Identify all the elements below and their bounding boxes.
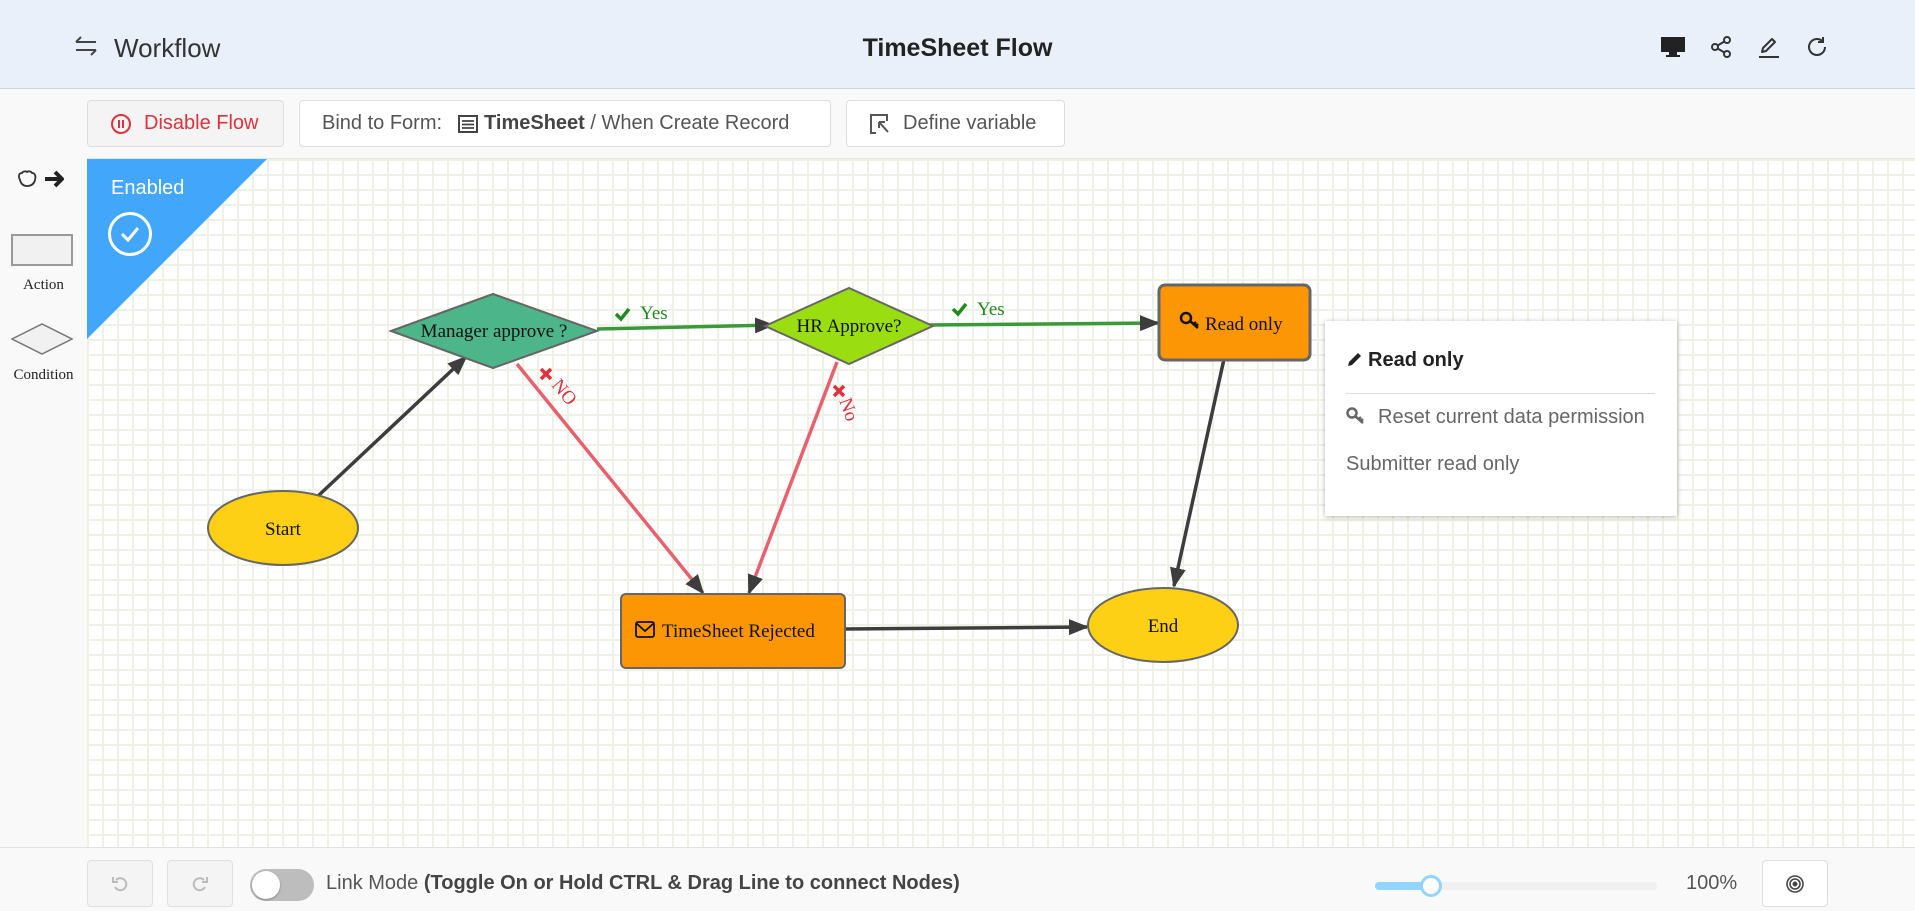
popup-item-reset-permission[interactable]: Reset current data permission: [1346, 406, 1645, 429]
hand-tool-icon[interactable]: [16, 168, 40, 195]
zoom-level: 100%: [1686, 872, 1738, 894]
svg-text:TimeSheet Rejected: TimeSheet Rejected: [662, 621, 815, 642]
popup-divider: [1346, 393, 1655, 394]
redo-button[interactable]: [167, 860, 233, 907]
share-icon: [1711, 36, 1731, 58]
svg-text:No: No: [834, 395, 862, 424]
node-manager-approve[interactable]: Manager approve ?: [388, 292, 600, 370]
disable-flow-button[interactable]: Disable Flow: [87, 100, 284, 147]
link-mode-text: Link Mode (Toggle On or Hold CTRL & Drag…: [326, 872, 960, 894]
node-start[interactable]: Start: [207, 490, 359, 566]
svg-text:Manager approve ?: Manager approve ?: [421, 321, 568, 342]
node-popup-menu: Read only Reset current data permission …: [1325, 321, 1677, 516]
toolbar: Disable Flow Bind to Form: TimeSheet / W…: [0, 90, 1915, 158]
pencil-icon: [1348, 353, 1361, 366]
toggle-knob: [252, 871, 280, 899]
node-palette: Action Condition: [0, 158, 87, 847]
svg-text:HR Approve?: HR Approve?: [796, 316, 901, 337]
bind-event: / When Create Record: [584, 112, 790, 134]
yes-label-2: Yes: [951, 299, 1005, 320]
undo-icon: [112, 876, 128, 891]
check-icon: [614, 307, 631, 322]
bind-prefix: Bind to Form:: [322, 112, 443, 134]
svg-text:Yes: Yes: [977, 299, 1005, 320]
pause-circle-icon: [111, 113, 131, 134]
center-view-button[interactable]: [1762, 860, 1828, 907]
arrow-right-icon[interactable]: [43, 168, 67, 195]
link-mode-toggle[interactable]: [250, 869, 314, 901]
condition-tool[interactable]: [11, 323, 73, 355]
edge-rejected-end[interactable]: [844, 619, 1089, 636]
edge-start-manager[interactable]: [316, 355, 468, 498]
form-list-icon: [458, 114, 479, 133]
node-timesheet-rejected[interactable]: TimeSheet Rejected: [620, 593, 846, 669]
no-label-2: No: [832, 384, 862, 424]
bind-form-name: TimeSheet: [484, 112, 585, 134]
select-cursor-icon: [870, 113, 889, 134]
edge-manager-hr-yes[interactable]: [596, 317, 775, 334]
yes-label-1: Yes: [614, 303, 668, 324]
page-title: TimeSheet Flow: [862, 34, 1053, 62]
popup-title: Read only: [1346, 349, 1464, 372]
pencil-icon: [1759, 38, 1779, 58]
disable-flow-label: Disable Flow: [144, 112, 259, 134]
edge-hr-rejected-no[interactable]: [747, 361, 839, 595]
refresh-button[interactable]: [1794, 24, 1840, 70]
share-button[interactable]: [1698, 24, 1744, 70]
popup-item-submitter-read-only[interactable]: Submitter read only: [1346, 453, 1519, 476]
x-mark-icon: [539, 367, 553, 381]
preview-button[interactable]: [1650, 24, 1696, 70]
zoom-slider-handle[interactable]: [1420, 875, 1443, 897]
node-read-only[interactable]: Read only: [1157, 283, 1312, 362]
node-hr-approve[interactable]: HR Approve?: [762, 286, 936, 366]
define-variable-label: Define variable: [903, 112, 1037, 134]
action-tool[interactable]: [11, 234, 73, 266]
target-icon: [1786, 874, 1804, 893]
footer-bar: Link Mode (Toggle On or Hold CTRL & Drag…: [0, 847, 1915, 911]
define-variable-button[interactable]: Define variable: [846, 100, 1065, 147]
svg-text:Yes: Yes: [640, 303, 668, 324]
x-mark-icon: [832, 384, 846, 398]
refresh-icon: [1808, 37, 1826, 56]
app-title: Workflow: [114, 33, 221, 63]
edge-readonly-end[interactable]: [1170, 358, 1226, 588]
svg-text:Start: Start: [265, 519, 302, 540]
condition-tool-label: Condition: [13, 367, 74, 383]
action-tool-label: Action: [23, 277, 64, 293]
edit-button[interactable]: [1746, 24, 1792, 70]
key-icon: [1346, 407, 1364, 424]
undo-button[interactable]: [87, 860, 153, 907]
svg-text:Read only: Read only: [1205, 314, 1283, 335]
bind-form-button[interactable]: Bind to Form: TimeSheet / When Create Re…: [299, 100, 831, 147]
flow-canvas[interactable]: Enabled Yes Yes NO No Start Manager appr…: [87, 158, 1915, 847]
svg-text:End: End: [1148, 616, 1179, 637]
app-header: Workflow TimeSheet Flow: [0, 0, 1915, 89]
redo-icon: [192, 876, 208, 891]
monitor-icon: [1661, 37, 1685, 57]
check-icon: [951, 302, 968, 317]
node-end[interactable]: End: [1087, 587, 1239, 663]
no-label-1: NO: [539, 367, 581, 410]
edge-manager-rejected-no[interactable]: [515, 362, 705, 595]
exchange-arrows-icon[interactable]: [72, 34, 100, 65]
zoom-slider[interactable]: [1375, 875, 1657, 897]
edge-hr-readonly-yes[interactable]: [926, 315, 1160, 332]
